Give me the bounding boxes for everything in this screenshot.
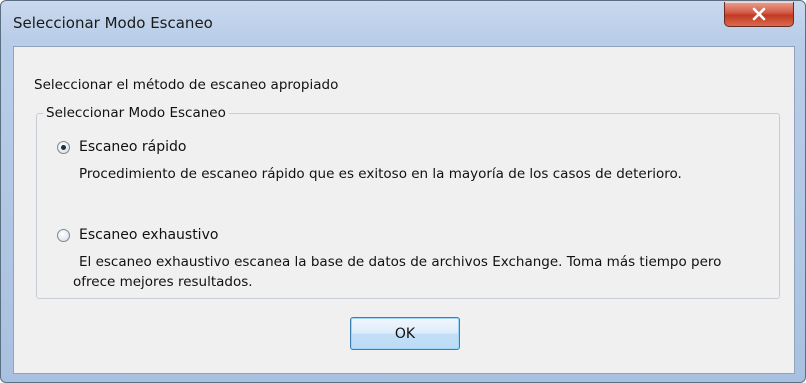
radio-option-exhaustive-scan[interactable]: Escaneo exhaustivo (57, 226, 218, 244)
group-label: Seleccionar Modo Escaneo (43, 105, 229, 121)
radio-option-quick-scan[interactable]: Escaneo rápido (57, 138, 186, 156)
exhaustive-scan-description-line1: El escaneo exhaustivo escanea la base de… (79, 254, 722, 270)
exhaustive-scan-description-line2: ofrece mejores resultados. (73, 274, 253, 290)
window-title: Seleccionar Modo Escaneo (13, 14, 213, 32)
close-icon (752, 7, 766, 21)
exhaustive-scan-radio[interactable] (57, 228, 70, 242)
quick-scan-radio[interactable] (57, 140, 70, 154)
title-bar[interactable]: Seleccionar Modo Escaneo (1, 1, 805, 45)
dialog-window: Seleccionar Modo Escaneo Seleccionar el … (0, 0, 806, 383)
ok-button[interactable]: OK (350, 317, 460, 350)
scan-mode-group: Seleccionar Modo Escaneo Escaneo rápido … (36, 105, 780, 299)
exhaustive-scan-label[interactable]: Escaneo exhaustivo (79, 227, 218, 243)
dialog-content: Seleccionar el método de escaneo apropia… (13, 46, 795, 374)
quick-scan-description: Procedimiento de escaneo rápido que es e… (79, 166, 682, 182)
close-button[interactable] (724, 2, 794, 27)
quick-scan-label[interactable]: Escaneo rápido (79, 139, 186, 155)
instruction-text: Seleccionar el método de escaneo apropia… (34, 77, 339, 93)
